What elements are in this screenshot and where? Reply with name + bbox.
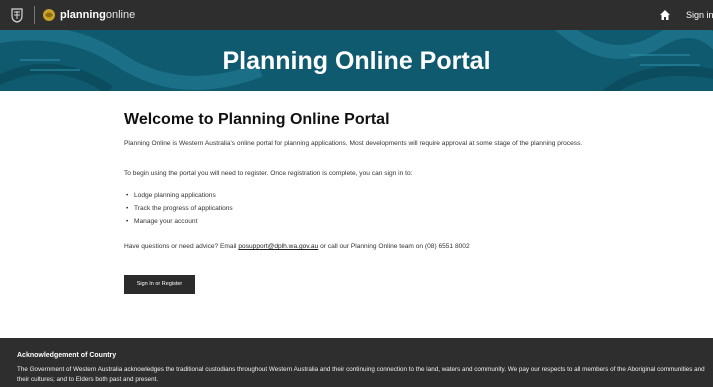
contact-suffix: or call our Planning Online team on (08)… — [318, 243, 470, 250]
top-navigation-bar: planningonline Sign in — [0, 0, 713, 30]
brand-name[interactable]: planningonline — [60, 9, 135, 21]
acknowledgement-title: Acknowledgement of Country — [17, 352, 117, 359]
support-email-link[interactable]: posupport@dplh.wa.gov.au — [238, 243, 318, 250]
hero-banner: Planning Online Portal — [0, 30, 713, 91]
welcome-heading-container: Welcome to Planning Online Portal — [124, 110, 604, 130]
hero-title: Planning Online Portal — [222, 47, 491, 75]
intro-paragraph: Planning Online is Western Australia's o… — [124, 140, 583, 147]
register-paragraph: To begin using the portal you will need … — [124, 170, 413, 177]
logo-divider — [34, 6, 35, 24]
brand-bold: planning — [60, 9, 106, 21]
list-item: Lodge planning applications — [124, 189, 424, 202]
sign-in-register-button[interactable]: Sign In or Register — [124, 275, 195, 294]
crest-icon — [11, 8, 23, 23]
footer: Acknowledgement of Country The Governmen… — [0, 338, 713, 387]
features-list: Lodge planning applications Track the pr… — [124, 189, 424, 228]
acknowledgement-text: The Government of Western Australia ackn… — [17, 366, 705, 383]
welcome-heading: Welcome to Planning Online Portal — [124, 111, 390, 128]
list-item: Track the progress of applications — [124, 202, 424, 215]
planning-logo-icon — [43, 9, 55, 21]
brand-light: online — [105, 9, 136, 21]
contact-paragraph: Have questions or need advice? Email pos… — [124, 242, 604, 252]
contact-prefix: Have questions or need advice? Email — [124, 243, 239, 250]
home-icon[interactable] — [659, 9, 671, 21]
sign-in-link[interactable]: Sign in — [686, 10, 713, 20]
list-item: Manage your account — [124, 215, 424, 228]
